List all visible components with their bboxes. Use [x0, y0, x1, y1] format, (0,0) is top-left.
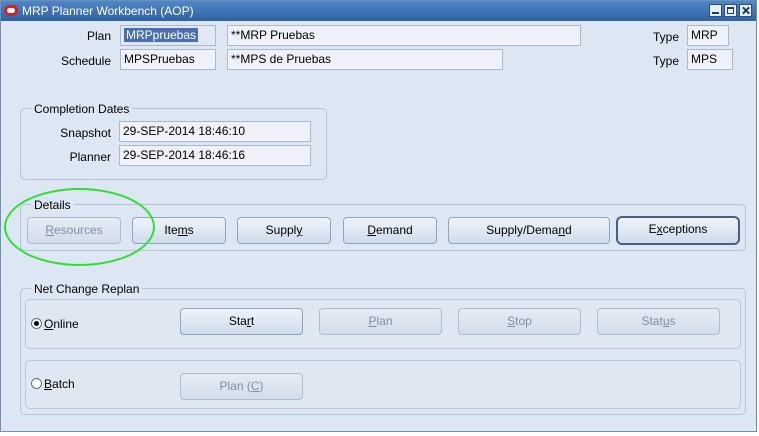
batch-radio-indicator[interactable] [31, 378, 42, 389]
schedule-name-field[interactable]: MPSPruebas [120, 49, 216, 70]
demand-button[interactable]: Demand [343, 217, 437, 244]
plan-name-field[interactable]: MRPpruebas [120, 25, 216, 46]
completion-dates-title: Completion Dates [31, 102, 133, 116]
plan-type-field[interactable]: MRP [687, 25, 729, 46]
window-title: MRP Planner Workbench (AOP) [22, 4, 194, 18]
resources-button[interactable]: Resources [27, 217, 121, 244]
details-title: Details [31, 198, 74, 212]
batch-radio[interactable]: Batch [31, 377, 75, 391]
oracle-app-icon [4, 5, 18, 16]
plan-button[interactable]: Plan [319, 308, 442, 335]
net-change-replan-title: Net Change Replan [31, 282, 143, 296]
snapshot-date-field[interactable]: 29-SEP-2014 18:46:10 [119, 121, 311, 142]
snapshot-label: Snapshot [60, 126, 111, 140]
planner-date-field[interactable]: 29-SEP-2014 18:46:16 [119, 145, 311, 166]
schedule-description-field[interactable]: **MPS de Pruebas [227, 49, 503, 70]
plan-type-label: Type [652, 30, 679, 44]
items-button[interactable]: Items [132, 217, 226, 244]
completion-dates-group [20, 108, 327, 180]
planner-label: Planner [69, 150, 111, 164]
online-radio[interactable]: Online [31, 317, 79, 331]
exceptions-button[interactable]: Exceptions [616, 216, 740, 245]
status-button[interactable]: Status [597, 308, 720, 335]
plan-c-button[interactable]: Plan (C) [180, 373, 303, 400]
stop-button[interactable]: Stop [458, 308, 581, 335]
planner-workbench-window: MRP Planner Workbench (AOP) Plan MRPprue… [0, 0, 757, 432]
batch-panel [25, 360, 741, 409]
schedule-type-field[interactable]: MPS [687, 49, 733, 70]
close-icon[interactable] [739, 4, 752, 17]
schedule-type-label: Type [652, 54, 679, 68]
title-bar[interactable]: MRP Planner Workbench (AOP) [1, 1, 756, 21]
start-button[interactable]: Start [180, 308, 303, 335]
maximize-icon[interactable] [724, 4, 737, 17]
supply-demand-button[interactable]: Supply/Demand [448, 217, 610, 244]
supply-button[interactable]: Supply [237, 217, 331, 244]
plan-label: Plan [86, 29, 111, 43]
plan-description-field[interactable]: **MRP Pruebas [227, 25, 581, 46]
online-radio-indicator[interactable] [31, 318, 42, 329]
schedule-label: Schedule [60, 54, 111, 68]
minimize-icon[interactable] [709, 4, 722, 17]
